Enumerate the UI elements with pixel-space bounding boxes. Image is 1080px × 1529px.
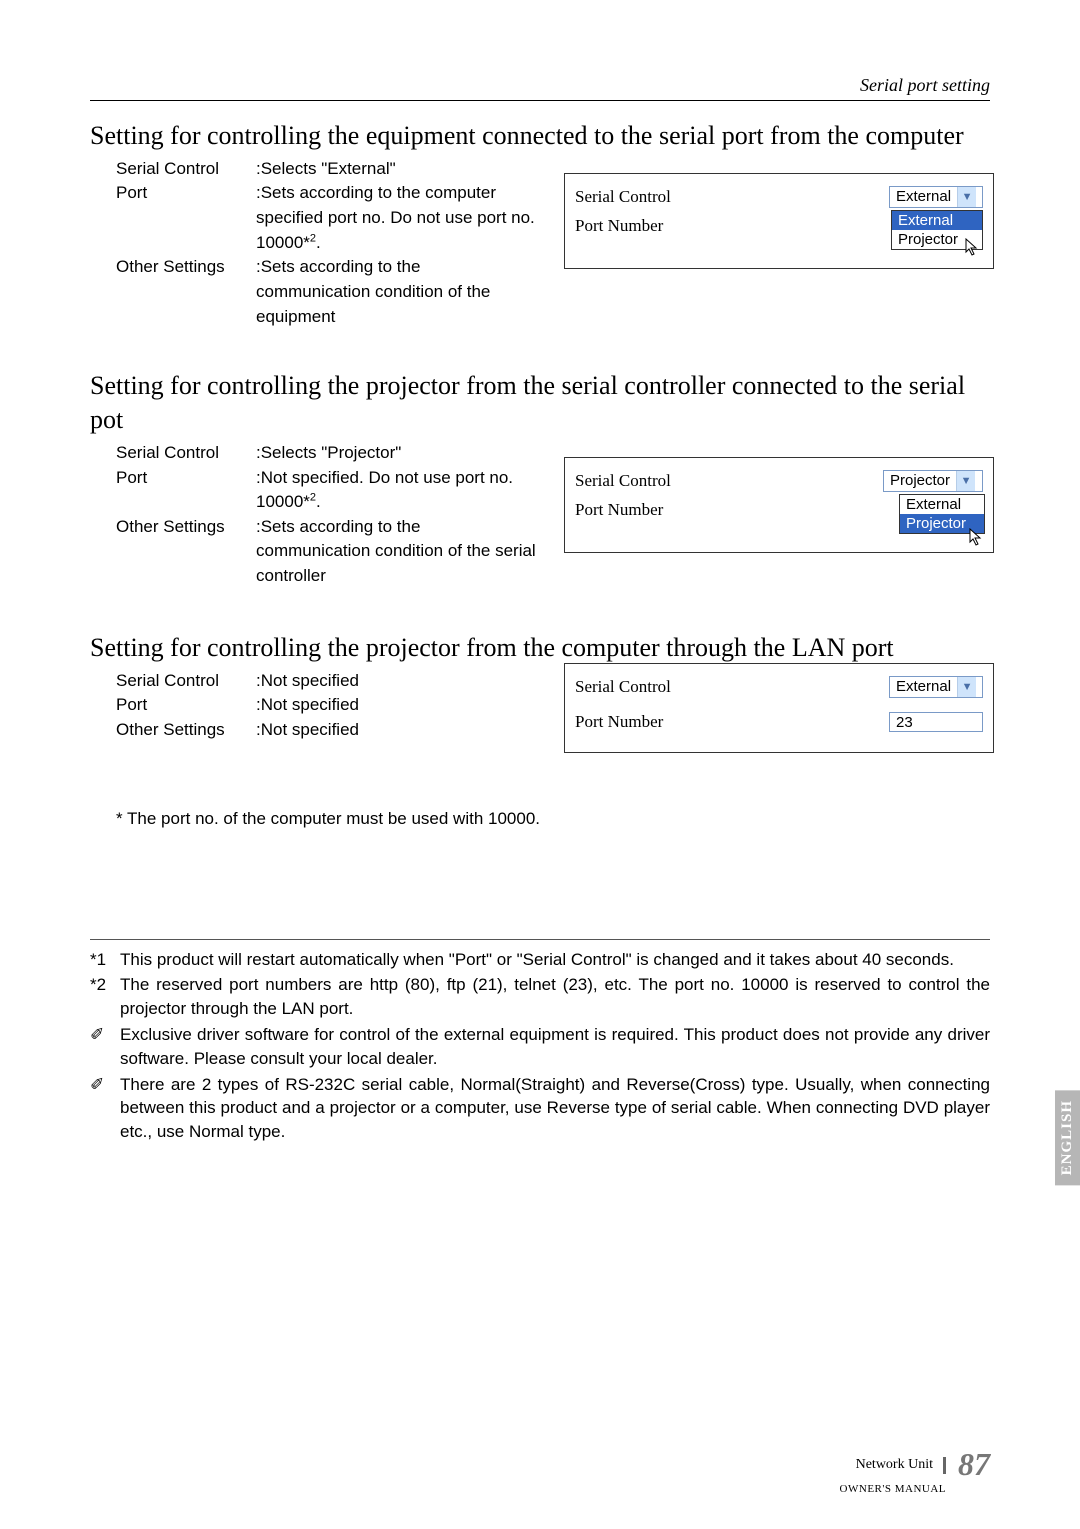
- s3-screenshot: Serial Control External ▼ Port Number 23: [564, 663, 994, 753]
- s3-shot-label1: Serial Control: [575, 677, 671, 697]
- s3-term2: Port: [116, 693, 256, 718]
- cursor-icon: [969, 528, 983, 546]
- s3-desc2: :Not specified: [256, 693, 359, 718]
- s2-desc3: :Sets according to the communication con…: [256, 515, 536, 589]
- s1-desc1: :Selects "External": [256, 157, 396, 182]
- cursor-icon: [965, 238, 979, 256]
- s1-shot-label2: Port Number: [575, 216, 663, 236]
- s1-desc3: :Sets according to the communication con…: [256, 255, 536, 329]
- fn1-body: This product will restart automatically …: [120, 948, 990, 972]
- s2-term3: Other Settings: [116, 515, 256, 540]
- fn3-body: Exclusive driver software for control of…: [120, 1023, 990, 1071]
- s1-term2: Port: [116, 181, 256, 206]
- fn3-marker: ✐: [90, 1023, 120, 1071]
- s1-shot-label1: Serial Control: [575, 187, 671, 207]
- section1-title: Setting for controlling the equipment co…: [90, 119, 990, 153]
- fn2-body: The reserved port numbers are http (80),…: [120, 973, 990, 1021]
- s1-term1: Serial Control: [116, 157, 256, 182]
- s3-term3: Other Settings: [116, 718, 256, 743]
- s2-shot-label2: Port Number: [575, 500, 663, 520]
- footnotes: *1 This product will restart automatical…: [90, 939, 990, 1144]
- fn1-marker: *1: [90, 948, 120, 972]
- chevron-down-icon: ▼: [957, 187, 976, 207]
- s3-desc3: :Not specified: [256, 718, 359, 743]
- s3-term1: Serial Control: [116, 669, 256, 694]
- s1-option-external[interactable]: External: [892, 211, 982, 230]
- fn4-body: There are 2 types of RS-232C serial cabl…: [120, 1073, 990, 1144]
- page-footer: Network Unit 87 OWNER'S MANUAL: [840, 1446, 990, 1495]
- s2-serial-control-dropdown[interactable]: Projector ▼: [883, 470, 983, 492]
- page-header: Serial port setting: [90, 75, 990, 101]
- fn4-marker: ✐: [90, 1073, 120, 1144]
- fn2-marker: *2: [90, 973, 120, 1021]
- s2-shot-label1: Serial Control: [575, 471, 671, 491]
- s1-term3: Other Settings: [116, 255, 256, 280]
- s1-serial-control-dropdown[interactable]: External ▼: [889, 186, 983, 208]
- s2-term2: Port: [116, 466, 256, 491]
- section3-title: Setting for controlling the projector fr…: [90, 631, 990, 665]
- s1-desc2: :Sets according to the computer specifie…: [256, 181, 536, 255]
- s3-serial-control-dropdown[interactable]: External ▼: [889, 676, 983, 698]
- s2-term1: Serial Control: [116, 441, 256, 466]
- section2-title: Setting for controlling the projector fr…: [90, 369, 990, 437]
- s2-desc1: :Selects "Projector": [256, 441, 401, 466]
- s3-desc1: :Not specified: [256, 669, 359, 694]
- footer-title: Network Unit: [856, 1457, 946, 1474]
- chevron-down-icon: ▼: [956, 471, 975, 491]
- s1-screenshot: Serial Control External ▼ Port Number Ex…: [564, 173, 994, 269]
- s3-shot-label2: Port Number: [575, 712, 663, 732]
- s2-option-external[interactable]: External: [900, 495, 984, 514]
- page-number: 87: [958, 1446, 990, 1483]
- s3-port-number-input[interactable]: 23: [889, 712, 983, 732]
- language-tab: ENGLISH: [1055, 1090, 1080, 1185]
- footer-subtitle: OWNER'S MANUAL: [840, 1483, 946, 1495]
- note-line: * The port no. of the computer must be u…: [116, 809, 990, 829]
- s2-desc2: :Not specified. Do not use port no. 1000…: [256, 466, 536, 515]
- chevron-down-icon: ▼: [957, 677, 976, 697]
- s2-screenshot: Serial Control Projector ▼ Port Number E…: [564, 457, 994, 553]
